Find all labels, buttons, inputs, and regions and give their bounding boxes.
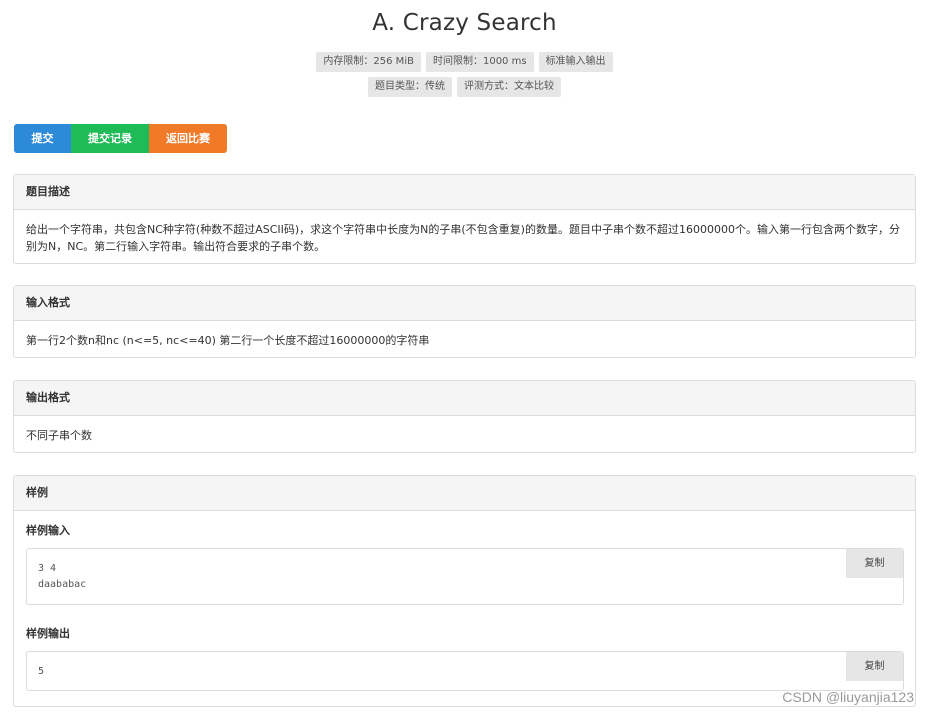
submit-button[interactable]: 提交 — [14, 124, 71, 153]
description-heading: 题目描述 — [14, 175, 915, 210]
input-format-heading: 输入格式 — [14, 286, 915, 321]
problem-title: A. Crazy Search — [372, 10, 557, 36]
judge-method-badge: 评测方式：文本比较 — [457, 77, 561, 97]
output-format-heading: 输出格式 — [14, 381, 915, 416]
action-button-group: 提交 提交记录 返回比赛 — [14, 124, 227, 153]
sample-output-code[interactable]: 5 — [27, 652, 903, 692]
submission-records-button[interactable]: 提交记录 — [71, 124, 149, 153]
problem-type-badge: 题目类型：传统 — [368, 77, 452, 97]
sample-heading: 样例 — [14, 476, 915, 511]
meta-row-limits: 内存限制：256 MiB 时间限制：1000 ms 标准输入输出 — [0, 52, 929, 72]
input-format-text: 第一行2个数n和nc (n<=5, nc<=40) 第二行一个长度不超过1600… — [26, 334, 430, 347]
copy-sample-input-button[interactable]: 复制 — [846, 549, 903, 578]
description-panel: 题目描述 给出一个字符串，共包含NC种字符(种数不超过ASCII码)，求这个字符… — [13, 174, 916, 264]
csdn-watermark: CSDN @liuyanjia123 — [782, 689, 914, 705]
io-badge: 标准输入输出 — [538, 52, 613, 72]
time-limit-badge: 时间限制：1000 ms — [425, 52, 534, 72]
sample-input-code[interactable]: 3 4 daababac — [27, 549, 903, 605]
description-text: 给出一个字符串，共包含NC种字符(种数不超过ASCII码)，求这个字符串中长度为… — [26, 223, 900, 253]
sample-panel: 样例 样例输入 3 4 daababac 复制 样例输出 5 复制 — [13, 475, 916, 707]
sample-output-box: 5 复制 — [26, 651, 904, 691]
sample-input-title: 样例输入 — [26, 524, 70, 537]
copy-sample-output-button[interactable]: 复制 — [846, 652, 903, 681]
input-format-panel: 输入格式 第一行2个数n和nc (n<=5, nc<=40) 第二行一个长度不超… — [13, 285, 916, 358]
sample-input-box: 3 4 daababac 复制 — [26, 548, 904, 605]
memory-limit-badge: 内存限制：256 MiB — [316, 52, 421, 72]
output-format-text: 不同子串个数 — [26, 429, 92, 442]
meta-row-type: 题目类型：传统 评测方式：文本比较 — [0, 77, 929, 97]
back-to-contest-button[interactable]: 返回比赛 — [149, 124, 227, 153]
output-format-panel: 输出格式 不同子串个数 — [13, 380, 916, 453]
sample-output-title: 样例输出 — [26, 627, 70, 640]
